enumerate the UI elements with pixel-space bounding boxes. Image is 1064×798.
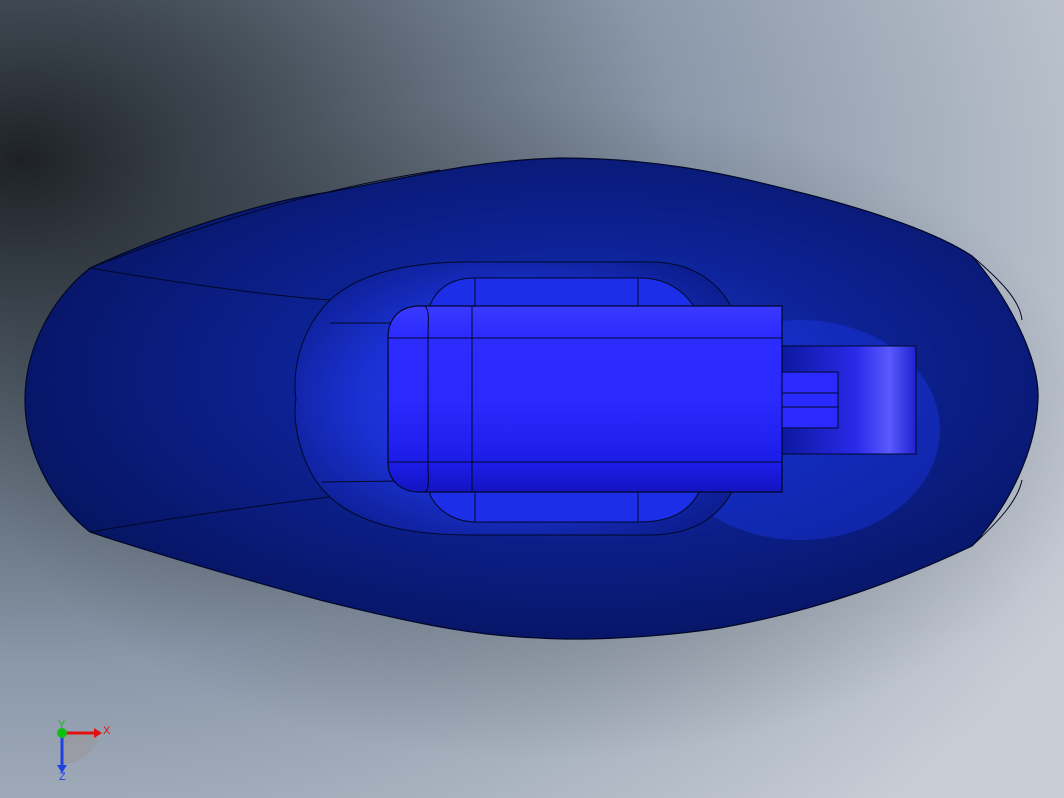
- triad-x-label: X: [103, 725, 111, 737]
- graphics-viewport[interactable]: X Y Z: [0, 0, 1064, 798]
- model-canvas[interactable]: X Y Z: [0, 0, 1064, 798]
- connector-pin[interactable]: [781, 371, 839, 429]
- triad-y-label: Y: [58, 719, 66, 731]
- triad-z-label: Z: [59, 771, 66, 783]
- insert-block[interactable]: [387, 305, 783, 493]
